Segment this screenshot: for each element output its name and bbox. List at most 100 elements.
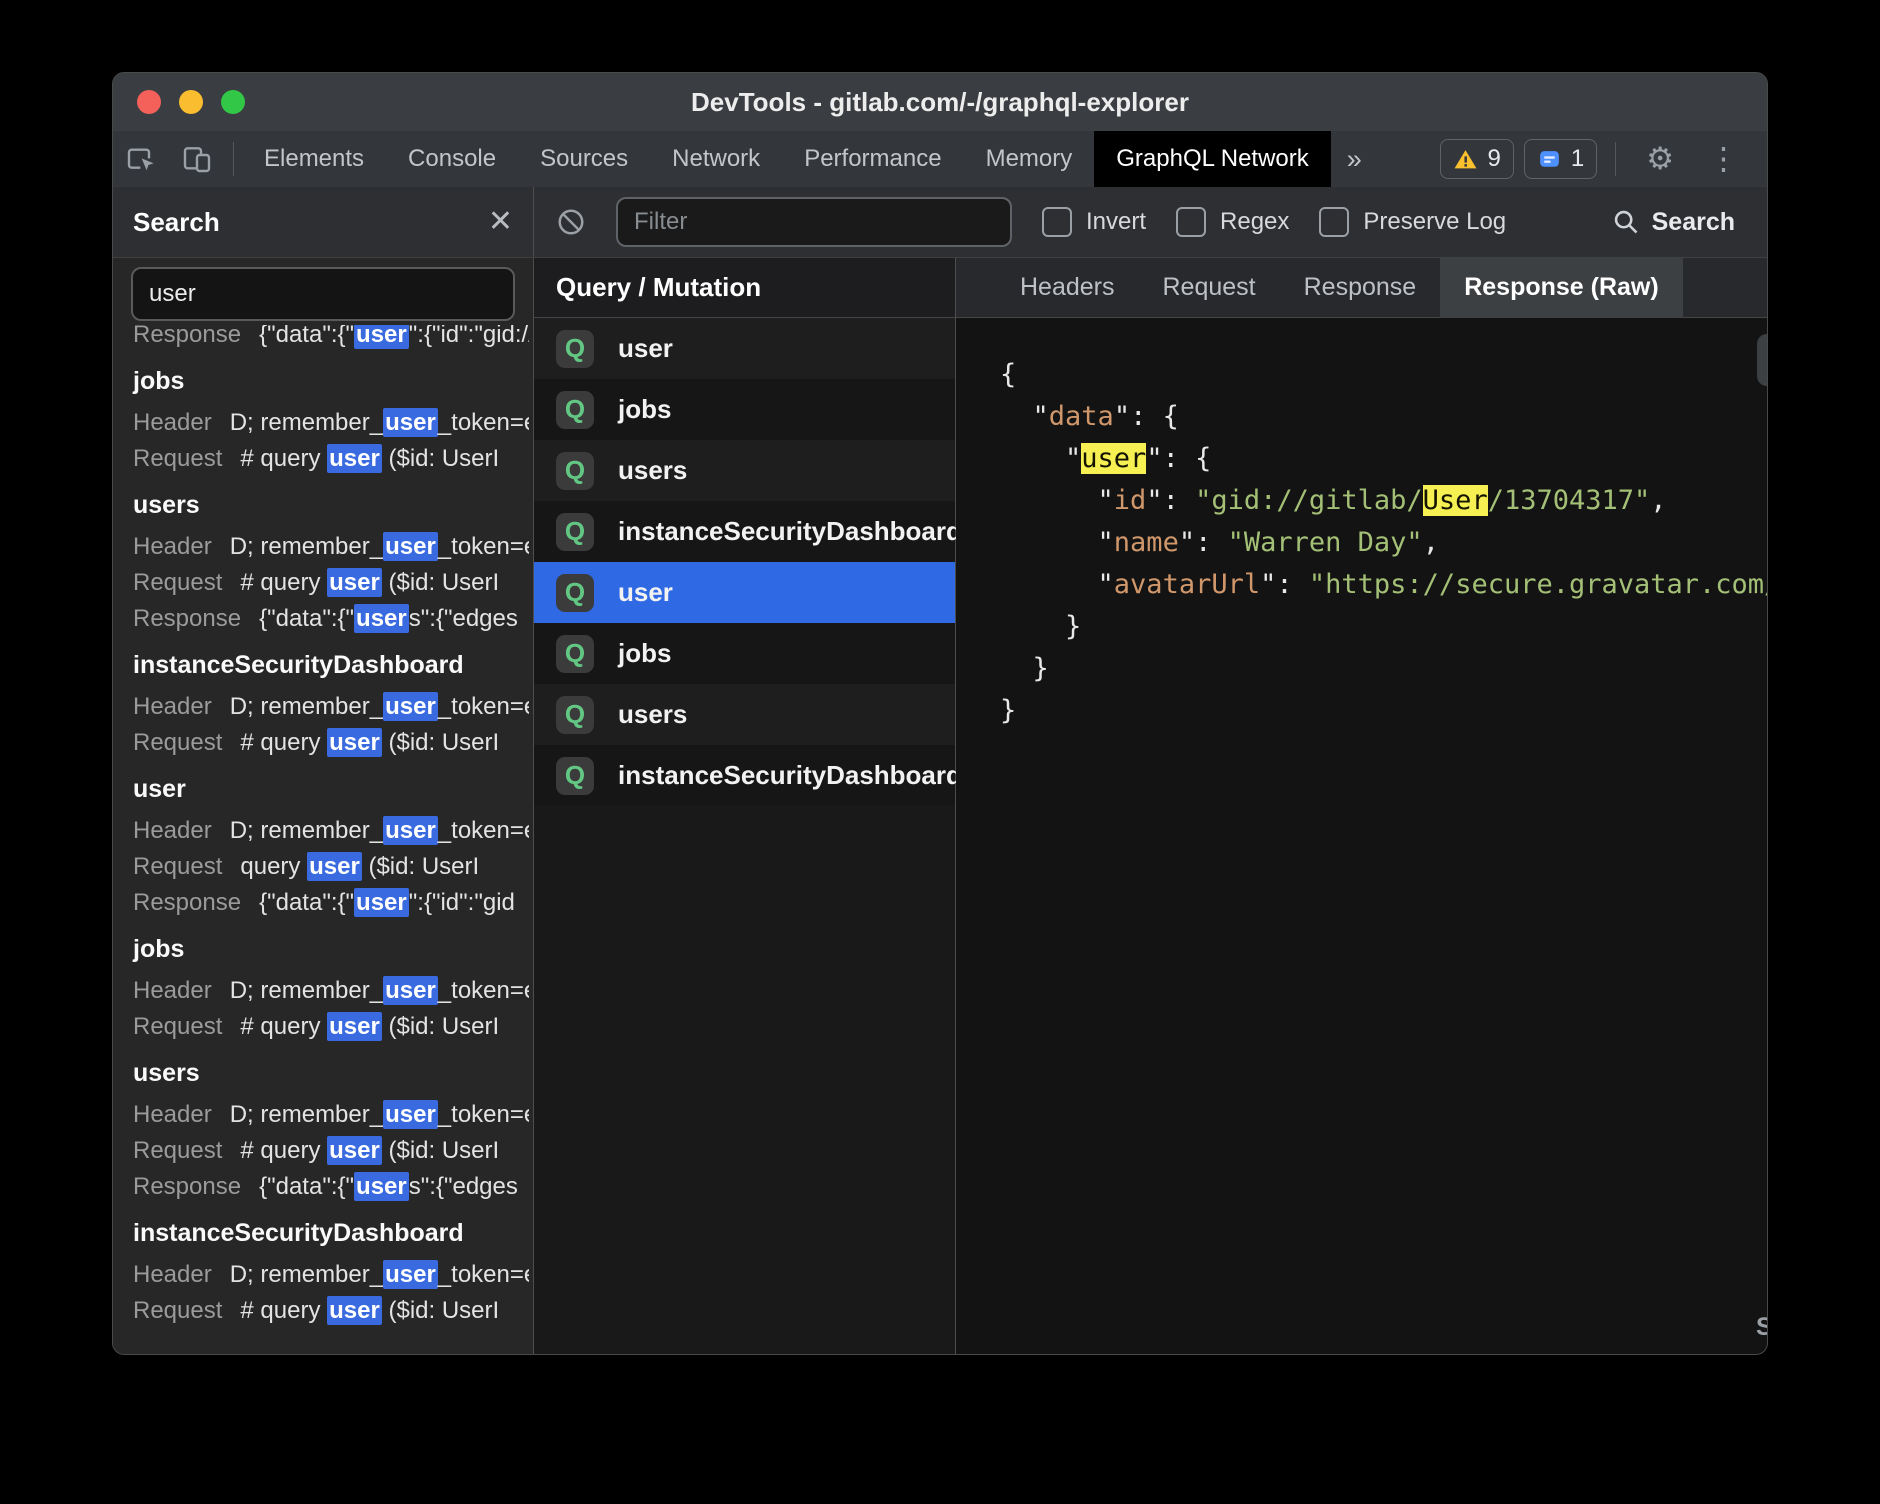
tab-console[interactable]: Console <box>386 131 518 187</box>
minimize-window-button[interactable] <box>179 90 203 114</box>
result-row-response[interactable]: Response{"data":{"users":{"edges <box>133 601 529 637</box>
settings-gear-icon[interactable]: ⚙ <box>1634 141 1686 177</box>
query-list-item-label: user <box>618 333 673 364</box>
tab-elements[interactable]: Elements <box>242 131 386 187</box>
checkbox-box[interactable] <box>1176 207 1206 237</box>
result-section-title[interactable]: user <box>133 771 529 807</box>
query-list-item-jobs[interactable]: Qjobs <box>534 379 955 440</box>
titlebar: DevTools - gitlab.com/-/graphql-explorer <box>113 73 1767 131</box>
tab-sources[interactable]: Sources <box>518 131 650 187</box>
result-row-header[interactable]: HeaderD; remember_user_token=e <box>133 813 529 849</box>
checkbox-regex[interactable]: Regex <box>1176 207 1289 237</box>
search-result-section: jobs HeaderD; remember_user_token=eReques… <box>133 363 529 477</box>
result-row-response[interactable]: Response{"data":{"user":{"id":"gid <box>133 885 529 921</box>
search-input[interactable] <box>131 267 515 321</box>
query-list-item-label: instanceSecurityDashboard <box>618 516 962 547</box>
kebab-menu-icon[interactable]: ⋮ <box>1696 141 1751 177</box>
query-list-item-instancesecuritydashboard[interactable]: QinstanceSecurityDashboard <box>534 745 955 806</box>
clear-filter-icon[interactable] <box>556 207 586 237</box>
warnings-badge[interactable]: 9 <box>1440 139 1513 179</box>
inspect-element-icon[interactable] <box>113 143 169 175</box>
result-section-title[interactable]: users <box>133 1055 529 1091</box>
result-section-title[interactable]: users <box>133 487 529 523</box>
tab-graphql-network[interactable]: GraphQL Network <box>1094 131 1331 187</box>
more-tabs-chevron-icon[interactable]: » <box>1331 144 1378 175</box>
result-row-label: Request <box>133 1137 222 1164</box>
result-row-header[interactable]: HeaderD; remember_user_token=e <box>133 1097 529 1133</box>
result-text: {"data":{" <box>259 889 354 916</box>
result-row-request[interactable]: Request# query user ($id: UserI <box>133 441 529 477</box>
result-row-header[interactable]: HeaderD; remember_user_token=e <box>133 405 529 441</box>
query-list-item-instancesecuritydashboard[interactable]: QinstanceSecurityDashboard <box>534 501 955 562</box>
result-row-label: Header <box>133 817 212 844</box>
search-result-section: instanceSecurityDashboard HeaderD; rememb… <box>133 647 529 761</box>
close-window-button[interactable] <box>137 90 161 114</box>
result-row-request[interactable]: Request# query user ($id: UserI <box>133 565 529 601</box>
search-result-section: Response{"data":{"user":{"id":"gid://git <box>133 325 529 353</box>
query-list-item-jobs[interactable]: Qjobs <box>534 623 955 684</box>
messages-badge[interactable]: 1 <box>1524 139 1597 179</box>
copy-button[interactable]: Copy <box>1757 334 1768 386</box>
device-toolbar-icon[interactable] <box>169 143 225 175</box>
search-match-highlight: user <box>354 888 409 917</box>
json-line: "avatarUrl": "https://secure.gravatar.co… <box>1000 564 1768 606</box>
result-row-request[interactable]: Request# query user ($id: UserI <box>133 725 529 761</box>
json-token: avatarUrl <box>1114 569 1260 600</box>
search-match-highlight: user <box>383 532 438 561</box>
zoom-window-button[interactable] <box>221 90 245 114</box>
search-panel-close-icon[interactable]: ✕ <box>488 207 513 237</box>
result-text: {"data":{" <box>259 605 354 632</box>
json-token: /13704317" <box>1488 485 1651 516</box>
checkbox-invert[interactable]: Invert <box>1042 207 1146 237</box>
detail-tab-response[interactable]: Response <box>1280 258 1441 318</box>
result-row-header[interactable]: HeaderD; remember_user_token=e <box>133 973 529 1009</box>
result-section-title[interactable]: instanceSecurityDashboard <box>133 1215 529 1251</box>
devtools-window: DevTools - gitlab.com/-/graphql-explorer… <box>112 72 1768 1355</box>
checkbox-preserve-log[interactable]: Preserve Log <box>1319 207 1506 237</box>
badges-separator <box>1615 142 1616 176</box>
json-token: name <box>1114 527 1179 558</box>
checkbox-box[interactable] <box>1042 207 1072 237</box>
tabbar-status-area: 9 1 ⚙ ⋮ <box>1440 139 1767 179</box>
support-link[interactable]: Support <box>1756 1313 1768 1342</box>
result-row-header[interactable]: HeaderD; remember_user_token=e <box>133 529 529 565</box>
result-row-header[interactable]: HeaderD; remember_user_token=e <box>133 1257 529 1293</box>
tab-network[interactable]: Network <box>650 131 782 187</box>
detail-tab-response-raw[interactable]: Response (Raw) <box>1440 258 1682 318</box>
json-line: } <box>1000 690 1768 732</box>
query-list-item-users[interactable]: Qusers <box>534 684 955 745</box>
checkbox-box[interactable] <box>1319 207 1349 237</box>
query-list-item-user[interactable]: Quser <box>534 318 955 379</box>
result-row-request[interactable]: Request# query user ($id: UserI <box>133 1009 529 1045</box>
result-row-response[interactable]: Response{"data":{"users":{"edges <box>133 1169 529 1205</box>
query-type-badge: Q <box>556 330 594 368</box>
query-list-item-user[interactable]: Quser <box>534 562 955 623</box>
json-line: "name": "Warren Day", <box>1000 522 1768 564</box>
query-type-badge: Q <box>556 513 594 551</box>
result-section-title[interactable]: jobs <box>133 931 529 967</box>
result-text: _token=e <box>438 817 529 844</box>
filter-input[interactable] <box>616 197 1012 247</box>
detail-tabs-list: HeadersRequestResponseResponse (Raw) <box>996 258 1683 318</box>
tab-memory[interactable]: Memory <box>964 131 1095 187</box>
result-row-label: Request <box>133 569 222 596</box>
result-row-header[interactable]: HeaderD; remember_user_token=e <box>133 689 529 725</box>
detail-tab-headers[interactable]: Headers <box>996 258 1139 318</box>
result-row-request[interactable]: Request# query user ($id: UserI <box>133 1293 529 1329</box>
result-row-request[interactable]: Request# query user ($id: UserI <box>133 1133 529 1169</box>
json-token: " <box>1000 485 1114 516</box>
search-action[interactable]: Search <box>1612 208 1745 237</box>
tab-performance[interactable]: Performance <box>782 131 963 187</box>
result-row-label: Response <box>133 605 241 632</box>
result-section-title[interactable]: instanceSecurityDashboard <box>133 647 529 683</box>
query-type-badge: Q <box>556 452 594 490</box>
query-list-item-label: jobs <box>618 394 671 425</box>
query-mutation-panel: Query / Mutation QuserQjobsQusersQinstan… <box>534 258 956 1355</box>
json-token: " <box>1000 527 1114 558</box>
query-list-item-users[interactable]: Qusers <box>534 440 955 501</box>
result-section-title[interactable]: jobs <box>133 363 529 399</box>
result-row-request[interactable]: Requestquery user ($id: UserI <box>133 849 529 885</box>
search-match-highlight: user <box>383 1260 438 1289</box>
detail-tab-request[interactable]: Request <box>1139 258 1280 318</box>
result-row-response[interactable]: Response{"data":{"user":{"id":"gid://git <box>133 325 529 353</box>
